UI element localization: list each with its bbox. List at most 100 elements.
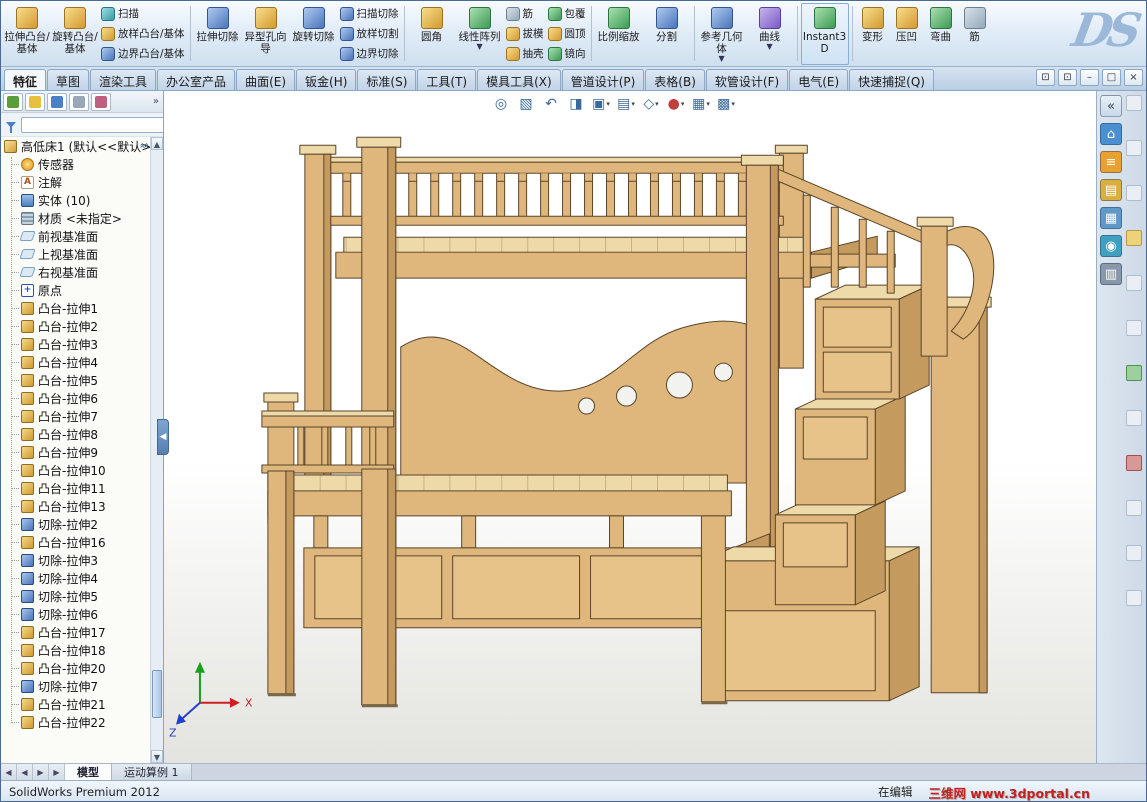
right-tool-icon[interactable] [1126,545,1142,561]
right-tool-icon[interactable] [1126,455,1142,471]
boundary-cut-button[interactable]: 边界切除 [338,44,401,64]
indent-button[interactable]: 压凹 [890,3,924,65]
panel-collapse-button[interactable]: ◀ [157,419,169,455]
tree-item-feature[interactable]: 切除-拉伸3 [1,551,150,569]
deform-button[interactable]: 变形 [856,3,890,65]
scroll-down-arrow[interactable]: ▼ [151,750,163,763]
tree-item-feature[interactable]: 凸台-拉伸13 [1,497,150,515]
linear-pattern-button[interactable]: 线性阵列 ▼ [456,3,504,65]
model-tab[interactable]: 模型 [65,764,112,780]
dimxpert-tab[interactable] [69,92,89,111]
tree-item-feature[interactable]: 凸台-拉伸8 [1,425,150,443]
right-tool-icon[interactable] [1126,230,1142,246]
extruded-cut-button[interactable]: 拉伸切除 [194,3,242,65]
tree-item-sensors[interactable]: 传感器 [1,155,150,173]
tree-item-feature[interactable]: 凸台-拉伸2 [1,317,150,335]
motion-study-tab[interactable]: 运动算例 1 [112,764,192,780]
tab-tables[interactable]: 表格(B) [645,69,705,90]
design-library-icon[interactable]: ≡ [1100,151,1122,173]
tree-item-feature[interactable]: 凸台-拉伸17 [1,623,150,641]
tree-item-feature[interactable]: 凸台-拉伸22 [1,713,150,731]
edit-appearance-button[interactable]: ● ▾ [664,93,688,114]
more-tabs-chevron[interactable]: » [153,96,161,107]
tree-item-origin[interactable]: 原点 [1,281,150,299]
tab-features[interactable]: 特征 [4,69,47,90]
restore-button[interactable]: □ [1102,69,1121,86]
view-settings-button[interactable]: ▩ ▾ [714,93,738,114]
extruded-boss-button[interactable]: 拉伸凸台/基体 [3,3,51,65]
sweep-button[interactable]: 扫描 [99,4,187,24]
tab-scroll-first-button[interactable]: ◀ [1,764,17,780]
hide-show-items-button[interactable]: ◇ ▾ [639,93,663,114]
tree-item-feature[interactable]: 凸台-拉伸6 [1,389,150,407]
custom-properties-icon[interactable]: ▥ [1100,263,1122,285]
tree-item-feature[interactable]: 切除-拉伸6 [1,605,150,623]
scale-button[interactable]: 比例缩放 [595,3,643,65]
display-pane-button[interactable]: ⊡ [1058,69,1077,86]
tab-sheet-metal[interactable]: 钣金(H) [296,69,357,90]
right-tool-icon[interactable] [1126,410,1142,426]
revolved-cut-button[interactable]: 旋转切除 [290,3,338,65]
tab-office-products[interactable]: 办公室产品 [157,69,236,90]
displaymanager-tab[interactable] [91,92,111,111]
display-style-button[interactable]: ▤ ▾ [614,93,638,114]
tree-item-feature[interactable]: 凸台-拉伸11 [1,479,150,497]
loft-button[interactable]: 放样凸台/基体 [99,24,187,44]
right-tool-icon[interactable] [1126,185,1142,201]
right-tool-icon[interactable] [1126,275,1142,291]
zoom-fit-button[interactable]: ◎ [489,93,513,114]
tree-item-feature[interactable]: 切除-拉伸7 [1,677,150,695]
boundary-boss-button[interactable]: 边界凸台/基体 [99,44,187,64]
apply-scene-button[interactable]: ▦ ▾ [689,93,713,114]
tab-render-tools[interactable]: 渲染工具 [90,69,157,90]
expand-task-pane-button[interactable]: « [1100,95,1122,117]
graphics-area[interactable]: ◎ ▧ ↶ ◨ ▣ ▾ ▤ ▾ ◇ ▾ ● ▾ ▦ ▾ ▩ ▾ X Z [164,91,1096,763]
scroll-up-arrow[interactable]: ▲ [151,137,163,150]
tab-electrical[interactable]: 电气(E) [789,69,849,90]
tree-item-feature[interactable]: 凸台-拉伸3 [1,335,150,353]
revolved-boss-button[interactable]: 旋转凸台/基体 [51,3,99,65]
fillet-button[interactable]: 圆角 [408,3,456,65]
right-tool-icon[interactable] [1126,590,1142,606]
wrap-button[interactable]: 包覆 [546,4,588,24]
tab-mold-tools[interactable]: 模具工具(X) [477,69,561,90]
tree-item-top-plane[interactable]: 上视基准面 [1,245,150,263]
previous-view-button[interactable]: ↶ [539,93,563,114]
tree-item-feature[interactable]: 凸台-拉伸7 [1,407,150,425]
right-tool-icon[interactable] [1126,140,1142,156]
shell-button[interactable]: 抽壳 [504,44,546,64]
tree-item-feature[interactable]: 凸台-拉伸4 [1,353,150,371]
view-orientation-button[interactable]: ▣ ▾ [589,93,613,114]
tree-item-feature[interactable]: 凸台-拉伸10 [1,461,150,479]
filter-input[interactable] [21,116,171,133]
tree-item-feature[interactable]: 凸台-拉伸18 [1,641,150,659]
right-tool-icon[interactable] [1126,320,1142,336]
instant3d-button[interactable]: Instant3D [800,2,849,65]
tree-item-feature[interactable]: 凸台-拉伸1 [1,299,150,317]
tab-sketch[interactable]: 草图 [47,69,90,90]
tab-standard[interactable]: 标准(S) [357,69,417,90]
tab-scroll-next-button[interactable]: ▶ [33,764,49,780]
tab-scroll-prev-button[interactable]: ◀ [17,764,33,780]
tree-item-feature[interactable]: 凸台-拉伸16 [1,533,150,551]
tree-item-right-plane[interactable]: 右视基准面 [1,263,150,281]
zoom-area-button[interactable]: ▧ [514,93,538,114]
featuremanager-tab[interactable] [3,92,23,111]
draft-button[interactable]: 拔模 [504,24,546,44]
right-tool-icon[interactable] [1126,95,1142,111]
part-root-row[interactable]: 高低床1 (默认<<默认> «« [1,137,150,155]
tree-item-feature[interactable]: 凸台-拉伸9 [1,443,150,461]
tab-routing[interactable]: 管道设计(P) [561,69,645,90]
tree-item-feature[interactable]: 切除-拉伸4 [1,569,150,587]
swept-cut-button[interactable]: 扫描切除 [338,4,401,24]
tree-item-feature[interactable]: 切除-拉伸2 [1,515,150,533]
right-tool-icon[interactable] [1126,365,1142,381]
tree-item-feature[interactable]: 凸台-拉伸20 [1,659,150,677]
view-palette-icon[interactable]: ▦ [1100,207,1122,229]
configurationmanager-tab[interactable] [47,92,67,111]
tree-item-annotations[interactable]: 注解 [1,173,150,191]
tab-scroll-last-button[interactable]: ▶ [49,764,65,780]
tree-item-material[interactable]: 材质 <未指定> [1,209,150,227]
tab-tools[interactable]: 工具(T) [417,69,477,90]
tab-quick-snaps[interactable]: 快速捕捉(Q) [849,69,934,90]
